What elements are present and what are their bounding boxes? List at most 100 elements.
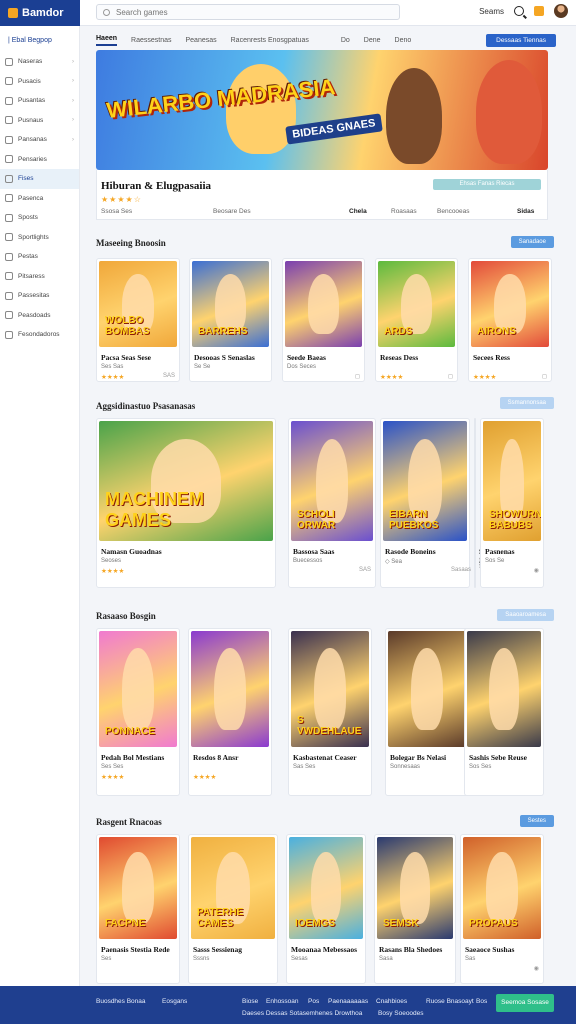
game-thumbnail[interactable]: WOLBO BOMBAS <box>99 261 177 347</box>
sidebar-item[interactable]: Naseras › <box>0 52 79 72</box>
footer-link[interactable]: Biose <box>242 998 258 1005</box>
footer-link[interactable]: Daeses Dessas Sotasemhenes Drowthoa <box>242 1010 362 1017</box>
game-card[interactable]: Sadne! JajchamSas SoaSasaas <box>451 418 507 588</box>
game-thumbnail[interactable]: AIRONS <box>471 261 549 347</box>
game-thumbnail[interactable]: PONNACE <box>99 631 177 747</box>
card-extra-icon[interactable]: ◉ <box>534 965 539 972</box>
tab-deno[interactable]: Deno <box>395 37 412 44</box>
sidebar-item[interactable]: Pestas <box>0 247 79 267</box>
tab-recent[interactable]: Raessestnas <box>131 37 171 44</box>
game-title[interactable]: Pedah Bol Mestians <box>101 753 164 762</box>
game-title[interactable]: Rasans Bla Shedoes <box>379 945 442 954</box>
game-card[interactable]: SEMSK Rasans Bla Shedoes Sasa <box>374 834 456 984</box>
footer-link[interactable]: Ruose Bnasoayt <box>426 998 474 1005</box>
game-card[interactable]: BARREHS Desooas S Senaslas Se Se <box>189 258 272 382</box>
game-thumbnail[interactable] <box>285 261 362 347</box>
game-title[interactable]: Bolegar Bs Nelasi <box>390 753 446 762</box>
card-extra-icon[interactable]: Sasaas <box>451 567 471 573</box>
game-title[interactable]: Pasnenas <box>485 547 515 556</box>
game-card[interactable]: SHOWURN BABUBS Pasnenas Sos Se ◉ <box>480 418 544 588</box>
hero-progress-bar[interactable]: Ehsas Fanas Riecas <box>433 179 541 190</box>
sidebar-item[interactable]: Fises <box>0 169 79 189</box>
game-title[interactable]: Seede Baeas <box>287 353 326 362</box>
tab-popular[interactable]: Peanesas <box>185 37 216 44</box>
game-thumbnail[interactable]: SHOWURN BABUBS <box>483 421 541 541</box>
search-input[interactable] <box>116 7 376 17</box>
footer-link[interactable]: Pos <box>308 998 319 1005</box>
footer-link[interactable]: Bos <box>476 998 487 1005</box>
sidebar-item[interactable]: Sportlights <box>0 228 79 248</box>
game-title[interactable]: Namasn Guoadnas <box>101 547 162 556</box>
sidebar-item[interactable]: Pasenca <box>0 189 79 209</box>
sidebar-item[interactable]: Sposts <box>0 208 79 228</box>
game-card[interactable]: Seede Baeas Dos Seces ◻ <box>282 258 365 382</box>
footer-cta-button[interactable]: Seemoa Sosase <box>496 994 554 1012</box>
top-right-label[interactable]: Seams <box>479 7 504 16</box>
game-thumbnail[interactable] <box>467 631 541 747</box>
card-extra-icon[interactable]: ◻ <box>448 373 453 380</box>
game-thumbnail[interactable]: PROPAUS <box>463 837 541 939</box>
sidebar-item[interactable]: Peasdoads <box>0 306 79 326</box>
game-card[interactable]: FACPNE Paenasis Stestia Rede Ses <box>96 834 180 984</box>
tab-recommended[interactable]: Racenrests Enosgpatuas <box>231 37 309 44</box>
game-card[interactable]: WOLBO BOMBAS Pacsa Seas Sese Ses Sas ★★★★ SA… <box>96 258 180 382</box>
game-title[interactable]: Resdos 8 Ansr <box>193 753 238 762</box>
sidebar-item[interactable]: Pusacis › <box>0 72 79 92</box>
game-title[interactable]: Paenasis Stestia Rede <box>101 945 170 954</box>
footer-link[interactable]: Buosdhes Bonaa <box>96 998 146 1005</box>
tab-home[interactable]: Haeen <box>96 35 118 46</box>
game-title[interactable]: Saeaoce Sushas <box>465 945 514 954</box>
game-card[interactable]: PONNACE Pedah Bol Mestians Ses Ses ★★★★ <box>96 628 180 796</box>
sidebar-item[interactable]: Pensaries <box>0 150 79 170</box>
game-card[interactable]: AIRONS Secees Ress ★★★★ ◻ <box>468 258 552 382</box>
sidebar-item[interactable]: Passesitas <box>0 286 79 306</box>
section-see-all-button[interactable]: Sanadaoe <box>510 236 554 248</box>
game-title[interactable]: Kasbastenat Ceaser <box>293 753 357 762</box>
footer-link[interactable]: Eosgans <box>162 998 187 1005</box>
game-card[interactable]: SCHOLI ORWAR Bassosa Saas Buecessos SAS <box>288 418 376 588</box>
card-extra-icon[interactable]: ◉ <box>534 567 539 574</box>
game-thumbnail[interactable] <box>388 631 466 747</box>
section-see-all-button[interactable]: Ssmannonsaa <box>499 397 554 409</box>
game-title[interactable]: Bassosa Saas <box>293 547 334 556</box>
section-see-all-button[interactable]: Sestes <box>519 815 554 827</box>
card-extra-icon[interactable]: SAS <box>359 567 371 573</box>
game-thumbnail[interactable]: ARDS <box>378 261 455 347</box>
tab-do[interactable]: Do <box>341 37 350 44</box>
footer-link[interactable]: Paenaaaaaas <box>328 998 368 1005</box>
card-extra-icon[interactable]: ◻ <box>355 373 360 380</box>
avatar[interactable] <box>554 4 568 18</box>
game-card[interactable]: ARDS Reseas Dess ★★★★ ◻ <box>375 258 458 382</box>
game-title[interactable]: Sashis Sebe Reuse <box>469 753 527 762</box>
game-title[interactable]: Desooas S Senaslas <box>194 353 255 362</box>
sidebar-item[interactable]: Pusnaus › <box>0 111 79 131</box>
footer-link[interactable]: Bosy Soeoodes <box>378 1010 424 1017</box>
sidebar-item[interactable]: Pitsaress <box>0 267 79 287</box>
game-thumbnail[interactable]: PATERHE CAMES <box>191 837 275 939</box>
game-thumbnail[interactable]: SEMSK <box>377 837 453 939</box>
game-thumbnail[interactable]: EIBARN PUEBKOS <box>383 421 467 541</box>
game-thumbnail[interactable]: S VWDEHLAUE <box>291 631 369 747</box>
sidebar-item[interactable]: Pansanas › <box>0 130 79 150</box>
game-card[interactable]: Resdos 8 Ansr ★★★★ <box>188 628 272 796</box>
search-icon[interactable] <box>514 6 524 16</box>
game-thumbnail[interactable]: IOEMGS <box>289 837 363 939</box>
hero-banner[interactable]: WILARBO MADRASIA BIDEAS GNAES <box>96 50 548 170</box>
game-title[interactable]: Mooanaa Mebessaos <box>291 945 357 954</box>
game-title[interactable]: Rasode Boneins <box>385 547 436 556</box>
card-extra-icon[interactable]: ◻ <box>542 373 547 380</box>
game-card[interactable]: IOEMGS Mooanaa Mebessaos Sesas <box>286 834 366 984</box>
game-thumbnail[interactable]: SCHOLI ORWAR <box>291 421 373 541</box>
section-see-all-button[interactable]: Saaoaroamesa <box>497 609 554 621</box>
brand-logo[interactable]: Bamdor <box>0 0 80 26</box>
game-card[interactable]: PATERHE CAMES Sasss Sessienag Sssns <box>188 834 278 984</box>
game-title[interactable]: Pacsa Seas Sese <box>101 353 151 362</box>
game-card[interactable]: EIBARN PUEBKOS Rasode Boneins ◇ Sea <box>380 418 470 588</box>
game-thumbnail[interactable]: MACHINEM GAMES <box>99 421 273 541</box>
game-card[interactable]: PROPAUS Saeaoce Sushas Sas ◉ <box>460 834 544 984</box>
game-card[interactable]: Sashis Sebe Reuse Sos Ses <box>464 628 544 796</box>
search-box[interactable] <box>96 4 400 20</box>
cart-icon[interactable] <box>534 6 544 16</box>
game-title[interactable]: Sasss Sessienag <box>193 945 242 954</box>
game-title[interactable]: Secees Ress <box>473 353 510 362</box>
